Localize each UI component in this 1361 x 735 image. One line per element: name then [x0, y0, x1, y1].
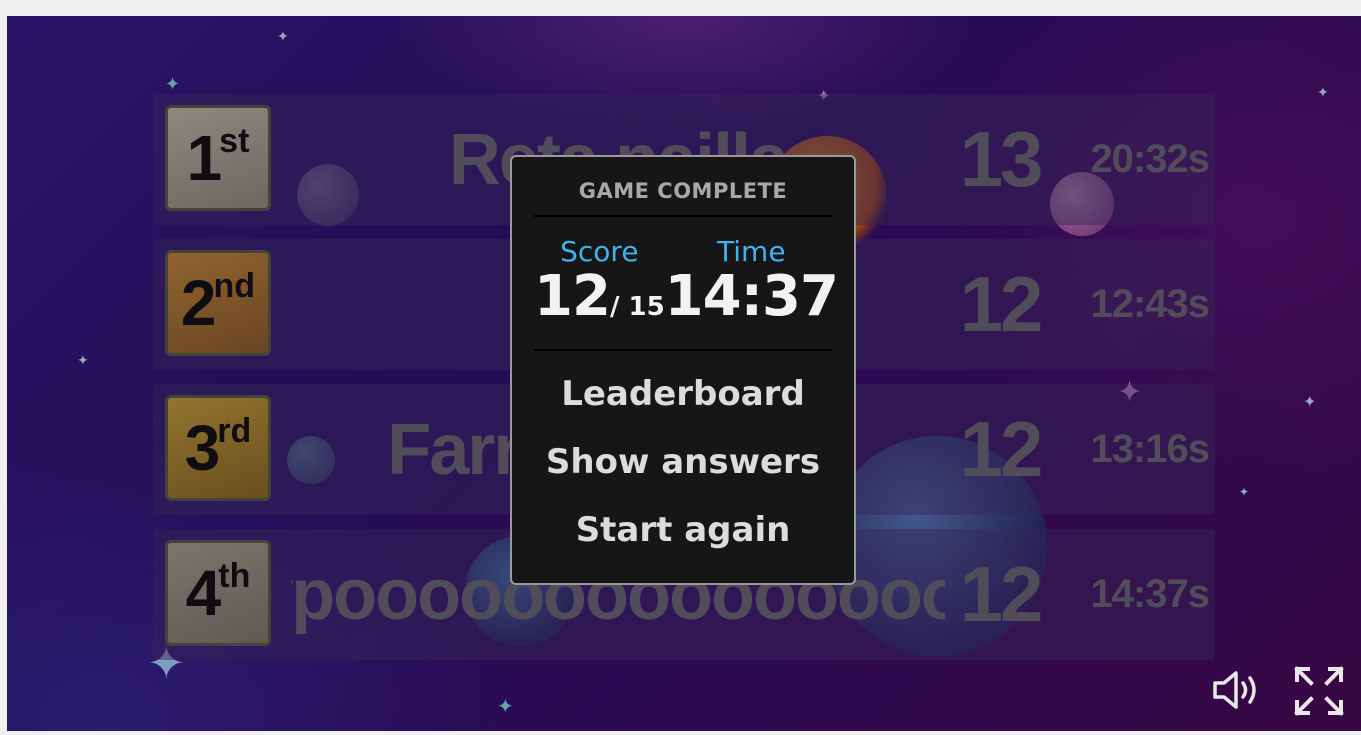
- time-stat: Time 14:37: [664, 217, 839, 349]
- fullscreen-button[interactable]: [1294, 666, 1344, 716]
- sound-button[interactable]: [1211, 668, 1263, 712]
- speaker-icon: [1213, 671, 1256, 709]
- fullscreen-icon: [1294, 666, 1344, 716]
- dialog-title: GAME COMPLETE: [578, 179, 788, 203]
- score-value-wrap: 12/ 15: [534, 267, 665, 327]
- result-stats: Score 12/ 15 Time 14:37: [512, 217, 854, 349]
- dialog-menu: Leaderboard Show answers Start again: [512, 373, 854, 577]
- score-total: / 15: [609, 292, 665, 322]
- game-stage: ✦ ✦ ✦ ✦ ✦ ✦ ✦ ✦ ✦ ✦ 1st Reta nailla 13 2…: [7, 16, 1361, 731]
- leaderboard-button[interactable]: Leaderboard: [512, 373, 854, 441]
- divider: [534, 349, 832, 351]
- show-answers-button[interactable]: Show answers: [512, 441, 854, 509]
- score-stat: Score 12/ 15: [534, 217, 665, 349]
- time-value: 14:37: [664, 264, 839, 329]
- start-again-button[interactable]: Start again: [512, 509, 854, 577]
- score-value: 12: [534, 264, 611, 329]
- game-complete-dialog: GAME COMPLETE Score 12/ 15 Time 14:37 Le…: [510, 155, 856, 585]
